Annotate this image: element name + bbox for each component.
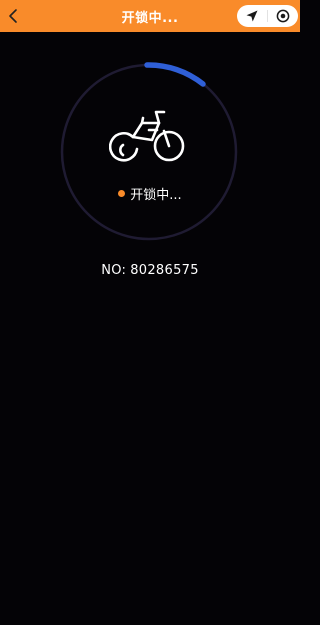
unlock-page: 开锁中... 开锁中... NO: 80286575 [0,0,300,625]
close-miniprogram-button[interactable] [268,5,298,27]
status-text: 开锁中... [130,187,182,203]
bicycle-icon [109,110,185,162]
status-dot [118,189,126,197]
record-target-icon [276,9,290,23]
top-nav-bar: 开锁中... [0,0,300,32]
mini-program-capsule [237,5,298,27]
progress-ring-arc [144,62,206,87]
bike-number-label: NO: [101,262,127,278]
bike-number-value: 80286575 [130,262,199,278]
location-button[interactable] [237,5,267,27]
unlock-status: 开锁中... [0,183,300,203]
location-arrow-icon [246,10,258,22]
bike-number: NO: 80286575 [0,260,300,280]
